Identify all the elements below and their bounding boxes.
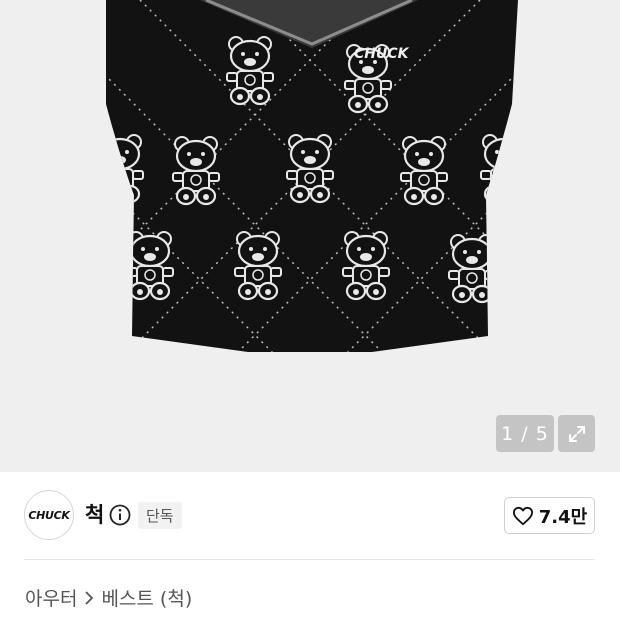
chevron-right-icon <box>85 590 94 605</box>
like-button[interactable]: 7.4만 <box>504 497 595 534</box>
expand-button[interactable] <box>558 415 595 452</box>
brand-name[interactable]: 척 <box>85 501 104 529</box>
heart-icon <box>512 506 533 525</box>
vest-logo-text: CHUCK <box>354 46 410 62</box>
expand-icon <box>568 425 585 442</box>
breadcrumb-subcategory[interactable]: 베스트 (척) <box>101 584 192 611</box>
image-counter: 1 / 5 <box>496 415 554 452</box>
product-image[interactable]: CHUCK <box>0 0 620 472</box>
brand-row: CHUCK 척 단독 7.4만 <box>0 472 620 560</box>
breadcrumb-category[interactable]: 아우터 <box>25 584 77 611</box>
product-image-gallery[interactable]: CHUCK 1 / 5 <box>0 0 620 472</box>
info-icon[interactable] <box>109 504 131 526</box>
brand-logo[interactable]: CHUCK <box>24 490 74 540</box>
breadcrumb: 아우터 베스트 (척) <box>25 584 192 611</box>
divider <box>24 559 595 560</box>
like-count: 7.4만 <box>538 506 588 528</box>
exclusive-badge: 단독 <box>138 502 182 529</box>
